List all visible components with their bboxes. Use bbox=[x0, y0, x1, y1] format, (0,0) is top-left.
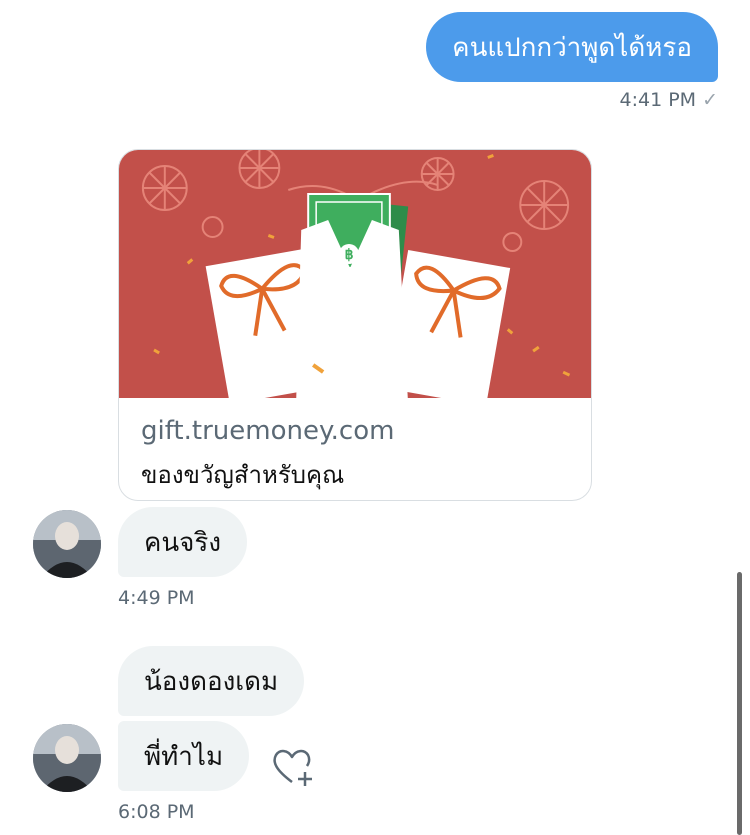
received-message-time: 6:08 PM bbox=[118, 801, 195, 823]
sent-message-text: คนแปกกว่าพูดได้หรอ bbox=[452, 32, 692, 63]
gift-envelope-image: ฿ bbox=[119, 150, 591, 398]
received-message-text: น้องดองเดม bbox=[144, 666, 279, 697]
avatar-image bbox=[33, 724, 101, 792]
received-message-text: พี่ทำไม bbox=[144, 741, 224, 772]
link-domain: gift.truemoney.com bbox=[141, 416, 395, 446]
avatar-image bbox=[33, 510, 101, 578]
scrollbar[interactable] bbox=[737, 572, 742, 835]
received-message-time: 4:49 PM bbox=[118, 587, 195, 609]
sent-message-meta: 4:41 PM ✓ bbox=[620, 89, 718, 111]
sent-message-time: 4:41 PM bbox=[619, 89, 697, 111]
checkmark-icon: ✓ bbox=[702, 89, 718, 111]
link-preview-card[interactable]: ฿ gift.truemoney.com ของขวัญสำหรับคุณ bbox=[118, 149, 592, 501]
dm-conversation: คนแปกกว่าพูดได้หรอ 4:41 PM ✓ ฿ gift.true… bbox=[0, 0, 750, 835]
received-message-bubble[interactable]: พี่ทำไม bbox=[118, 721, 250, 791]
react-button[interactable] bbox=[268, 742, 316, 790]
avatar[interactable] bbox=[33, 724, 101, 792]
received-message-bubble[interactable]: คนจริง bbox=[118, 507, 248, 577]
received-message-text: คนจริง bbox=[144, 527, 222, 558]
sent-message-bubble[interactable]: คนแปกกว่าพูดได้หรอ bbox=[426, 12, 718, 82]
received-message-bubble[interactable]: น้องดองเดม bbox=[118, 646, 305, 716]
link-title: ของขวัญสำหรับคุณ bbox=[141, 461, 345, 489]
heart-plus-icon bbox=[273, 749, 312, 786]
avatar[interactable] bbox=[33, 510, 101, 578]
